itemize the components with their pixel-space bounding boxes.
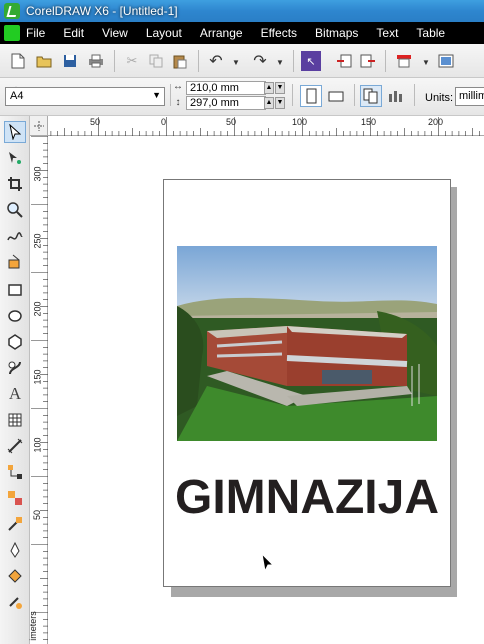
current-page-button[interactable] (385, 85, 407, 107)
menu-layout[interactable]: Layout (146, 26, 182, 40)
dimension-tool-icon[interactable] (4, 435, 26, 457)
ruler-label: 200 (32, 301, 43, 317)
freehand-tool-icon[interactable] (4, 225, 26, 247)
connector-tool-icon[interactable] (4, 461, 26, 483)
ruler-label: 50 (32, 509, 43, 521)
window-title: CorelDRAW X6 - [Untitled-1] (26, 4, 178, 18)
menu-bitmaps[interactable]: Bitmaps (315, 26, 358, 40)
ruler-label: 50 (90, 117, 101, 127)
application-launcher-icon[interactable] (394, 51, 414, 71)
ruler-origin-corner[interactable] (30, 116, 48, 136)
vertical-ruler[interactable]: 300 250 200 150 100 50 imeters (27, 136, 48, 644)
print-icon[interactable] (86, 51, 106, 71)
menu-effects[interactable]: Effects (261, 26, 297, 40)
units-label: Units: (425, 92, 454, 104)
polygon-tool-icon[interactable] (4, 331, 26, 353)
welcome-screen-icon[interactable] (436, 51, 456, 71)
undo-dropdown-icon[interactable]: ▼ (226, 52, 246, 72)
eyedropper-tool-icon[interactable] (4, 513, 26, 535)
ellipse-tool-icon[interactable] (4, 305, 26, 327)
open-folder-icon[interactable] (34, 51, 54, 71)
width-spinner-icon[interactable]: ▲ (264, 82, 274, 94)
toolbar-separator (114, 50, 115, 72)
units-dropdown[interactable]: millime (455, 87, 484, 106)
search-content-icon[interactable]: ↖ (301, 51, 321, 71)
ruler-label: 50 (226, 117, 237, 127)
ruler-label: 0 (161, 117, 167, 127)
page-size-dropdown[interactable]: A4 ▼ (5, 87, 165, 106)
redo-icon[interactable]: ↷ (250, 51, 270, 71)
menu-edit[interactable]: Edit (63, 26, 84, 40)
chevron-down-icon: ▼ (152, 90, 161, 100)
toolbar-separator (414, 84, 415, 106)
height-spinner-down-icon[interactable]: ▼ (275, 97, 285, 109)
coreldraw-app-icon[interactable] (4, 3, 20, 19)
page-height-icon: ↕ (175, 96, 181, 108)
crop-tool-icon[interactable] (4, 173, 26, 195)
menu-table[interactable]: Table (416, 26, 445, 40)
standard-toolbar: ✂ ↶ ▼ ↷ ▼ ↖ ▼ 3 (0, 44, 484, 113)
import-icon[interactable] (334, 51, 354, 71)
cut-icon[interactable]: ✂ (122, 51, 142, 71)
ruler-label: 100 (32, 437, 43, 453)
menu-bar: File Edit View Layout Arrange Effects Bi… (0, 22, 484, 44)
horizontal-ruler[interactable]: 50 0 50 100 150 200 (30, 116, 484, 136)
document-headline-text[interactable]: GIMNAZIJA (163, 470, 451, 525)
menu-file[interactable]: File (26, 26, 45, 40)
pick-tool-icon[interactable] (4, 121, 26, 143)
landscape-orientation-button[interactable] (325, 85, 347, 107)
page-width-icon: ↔ (173, 80, 183, 92)
rectangle-tool-icon[interactable] (4, 279, 26, 301)
smart-fill-tool-icon[interactable] (4, 251, 26, 273)
height-spinner-icon[interactable]: ▲ (264, 97, 274, 109)
save-icon[interactable] (60, 51, 80, 71)
page-size-value: A4 (10, 90, 24, 102)
new-document-icon[interactable] (8, 51, 28, 71)
toolbar-separator (170, 84, 171, 106)
ruler-label: 200 (428, 117, 444, 127)
page-width-field[interactable]: 210,0 mm (186, 81, 266, 95)
outline-pen-tool-icon[interactable] (4, 539, 26, 561)
launcher-dropdown-icon[interactable]: ▼ (416, 52, 436, 72)
toolbar-separator (198, 50, 199, 72)
toolbar-separator (385, 50, 386, 72)
table-tool-icon[interactable] (4, 409, 26, 431)
page-height-field[interactable]: 297,0 mm (186, 96, 266, 110)
copy-icon[interactable] (146, 51, 166, 71)
text-tool-icon[interactable]: A (4, 383, 26, 405)
blend-tool-icon[interactable] (4, 487, 26, 509)
shape-tool-icon[interactable] (4, 147, 26, 169)
undo-icon[interactable]: ↶ (206, 51, 226, 71)
toolbar-separator (292, 84, 293, 106)
all-pages-button[interactable] (360, 85, 382, 107)
menu-text[interactable]: Text (376, 26, 398, 40)
basic-shapes-tool-icon[interactable] (4, 357, 26, 379)
menu-arrange[interactable]: Arrange (200, 26, 243, 40)
fill-tool-icon[interactable] (4, 565, 26, 587)
redo-dropdown-icon[interactable]: ▼ (270, 52, 290, 72)
portrait-orientation-button[interactable] (300, 85, 322, 107)
paste-icon[interactable] (170, 51, 190, 71)
ruler-label: 300 (32, 166, 43, 182)
zoom-tool-icon[interactable] (4, 199, 26, 221)
document-menu-icon[interactable] (4, 25, 20, 41)
toolbar-separator (293, 50, 294, 72)
export-icon[interactable] (358, 51, 378, 71)
menu-view[interactable]: View (102, 26, 128, 40)
mouse-pointer-icon (261, 552, 275, 576)
interactive-fill-tool-icon[interactable] (4, 591, 26, 613)
title-bar: CorelDRAW X6 - [Untitled-1] (0, 0, 484, 22)
ruler-label: 250 (32, 233, 43, 249)
ruler-label: 100 (292, 117, 308, 127)
toolbar-separator (354, 84, 355, 106)
ruler-label: 150 (361, 117, 377, 127)
ruler-label: 150 (32, 369, 43, 385)
toolbox: A (0, 116, 30, 644)
school-building-photo[interactable] (177, 246, 437, 441)
ruler-unit-label: imeters (27, 611, 38, 641)
width-spinner-down-icon[interactable]: ▼ (275, 82, 285, 94)
